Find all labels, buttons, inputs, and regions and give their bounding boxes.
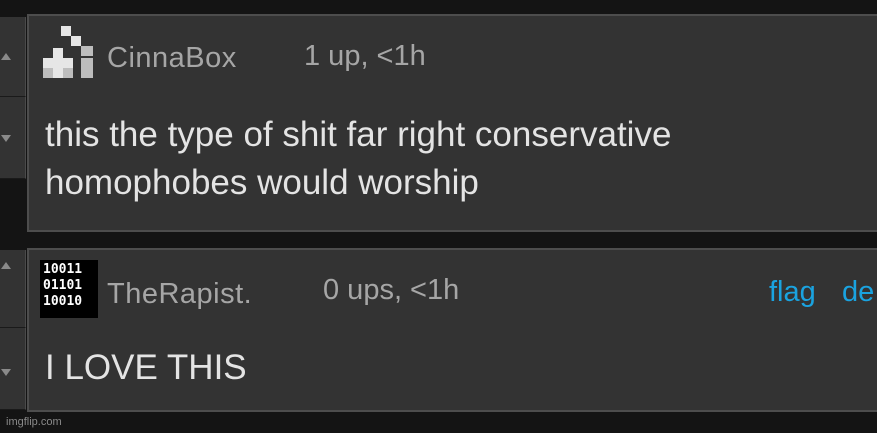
comment-body: I LOVE THIS <box>45 344 247 392</box>
avatar-text-line: 01101 <box>43 278 83 293</box>
watermark: imgflip.com <box>6 416 62 428</box>
comment: 10011 01101 10010 TheRapist. 0 ups, <1h … <box>0 0 877 415</box>
comment-card: 10011 01101 10010 TheRapist. 0 ups, <1h … <box>27 248 877 412</box>
binary-avatar-icon: 10011 01101 10010 <box>40 260 98 318</box>
comment-body-line: I LOVE THIS <box>45 348 247 387</box>
upvote-arrow-icon <box>1 262 11 269</box>
downvote-button[interactable] <box>0 328 26 410</box>
avatar-text-line: 10010 <box>43 294 83 309</box>
delete-link[interactable]: de <box>842 276 874 309</box>
avatar-text-line: 10011 <box>43 262 83 277</box>
downvote-arrow-icon <box>1 369 11 376</box>
upvote-button[interactable] <box>0 250 26 328</box>
flag-link[interactable]: flag <box>769 276 816 309</box>
comment-username[interactable]: TheRapist. <box>107 278 252 311</box>
comment-meta: 0 ups, <1h <box>323 274 460 306</box>
